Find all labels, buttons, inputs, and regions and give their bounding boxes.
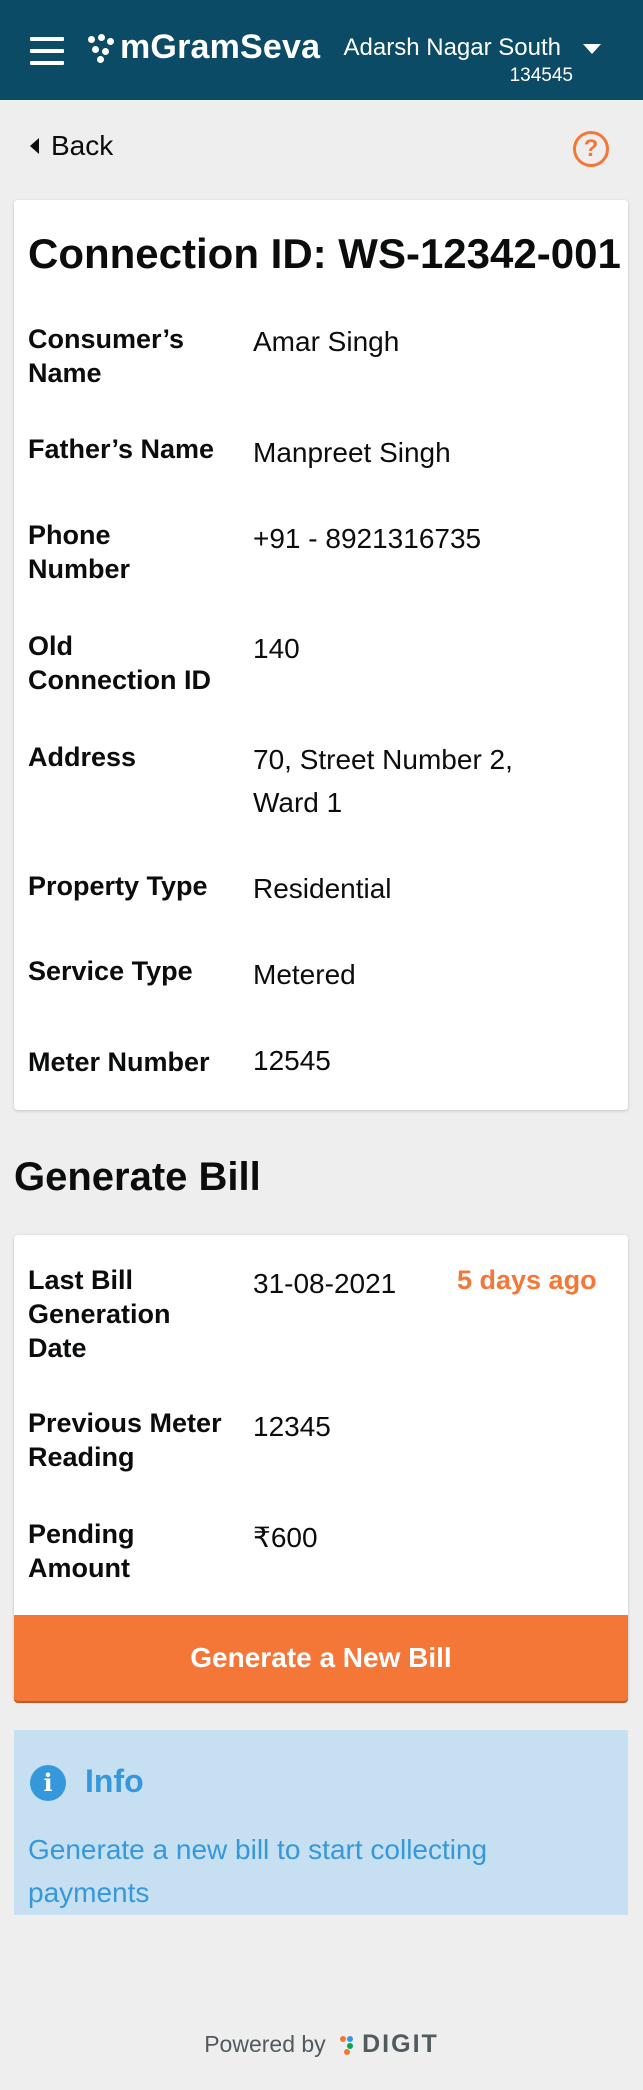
- last-bill-date-label: Last Bill Generation Date: [28, 1265, 171, 1363]
- address-value: 70, Street Number 2, Ward 1: [253, 744, 513, 818]
- connection-details-card: Connection ID: WS-12342-001 Consumer’s N…: [14, 200, 628, 1110]
- powered-by-label: Powered by: [204, 2031, 326, 2057]
- dropdown-caret-icon[interactable]: [583, 44, 601, 54]
- help-icon[interactable]: ?: [573, 131, 609, 167]
- consumer-name-value: Amar Singh: [253, 326, 400, 357]
- days-ago-badge: 5 days ago: [457, 1265, 597, 1295]
- property-type-label: Property Type: [28, 871, 208, 901]
- property-type-value: Residential: [253, 873, 392, 904]
- generate-bill-card: Last Bill Generation Date 31-08-2021 5 d…: [14, 1235, 628, 1701]
- connection-id-title: Connection ID: WS-12342-001: [28, 230, 621, 277]
- info-title: Info: [85, 1763, 144, 1799]
- old-connection-id-value: 140: [253, 633, 300, 664]
- old-connection-id-label: Old Connection ID: [28, 631, 211, 695]
- consumer-name-label: Consumer’s Name: [28, 324, 185, 388]
- meter-number-value: 12545: [253, 1045, 331, 1076]
- father-name-value: Manpreet Singh: [253, 437, 451, 468]
- service-type-value: Metered: [253, 959, 356, 990]
- phone-number-label: Phone Number: [28, 520, 131, 584]
- back-link[interactable]: Back: [30, 130, 113, 162]
- phone-number-value: +91 - 8921316735: [253, 523, 482, 554]
- pending-amount-value: ₹600: [253, 1522, 318, 1553]
- previous-meter-reading-label: Previous Meter Reading: [28, 1408, 222, 1472]
- info-icon: i: [30, 1765, 66, 1801]
- info-box: i Info Generate a new bill to start coll…: [14, 1730, 628, 1915]
- previous-meter-reading-value: 12345: [253, 1411, 331, 1442]
- last-bill-date-value: 31-08-2021: [253, 1268, 397, 1299]
- info-message: Generate a new bill to start collecting …: [28, 1834, 488, 1908]
- digit-logo-icon: [340, 2035, 358, 2055]
- app-logo: mGramSeva: [88, 28, 320, 67]
- location-code: 134545: [509, 65, 573, 86]
- meter-number-label: Meter Number: [28, 1047, 210, 1077]
- app-header: mGramSeva Adarsh Nagar South 134545: [0, 0, 643, 100]
- generate-new-bill-button[interactable]: Generate a New Bill: [14, 1615, 628, 1701]
- back-arrow-icon: [30, 138, 39, 154]
- digit-brand: DIGIT: [362, 2030, 439, 2058]
- mgramseva-logo-icon: [88, 33, 116, 63]
- app-name: mGramSeva: [120, 28, 321, 66]
- location-selector[interactable]: Adarsh Nagar South 134545: [344, 34, 601, 87]
- service-type-label: Service Type: [28, 956, 193, 986]
- hamburger-menu-icon[interactable]: [30, 37, 66, 65]
- digit-logo: DIGIT: [340, 2030, 439, 2059]
- footer: Powered by DIGIT: [0, 2030, 643, 2059]
- generate-bill-heading: Generate Bill: [14, 1155, 261, 1199]
- back-label: Back: [51, 130, 114, 161]
- father-name-label: Father’s Name: [28, 434, 215, 464]
- location-name: Adarsh Nagar South: [343, 34, 561, 61]
- address-label: Address: [28, 742, 137, 772]
- pending-amount-label: Pending Amount: [28, 1519, 135, 1583]
